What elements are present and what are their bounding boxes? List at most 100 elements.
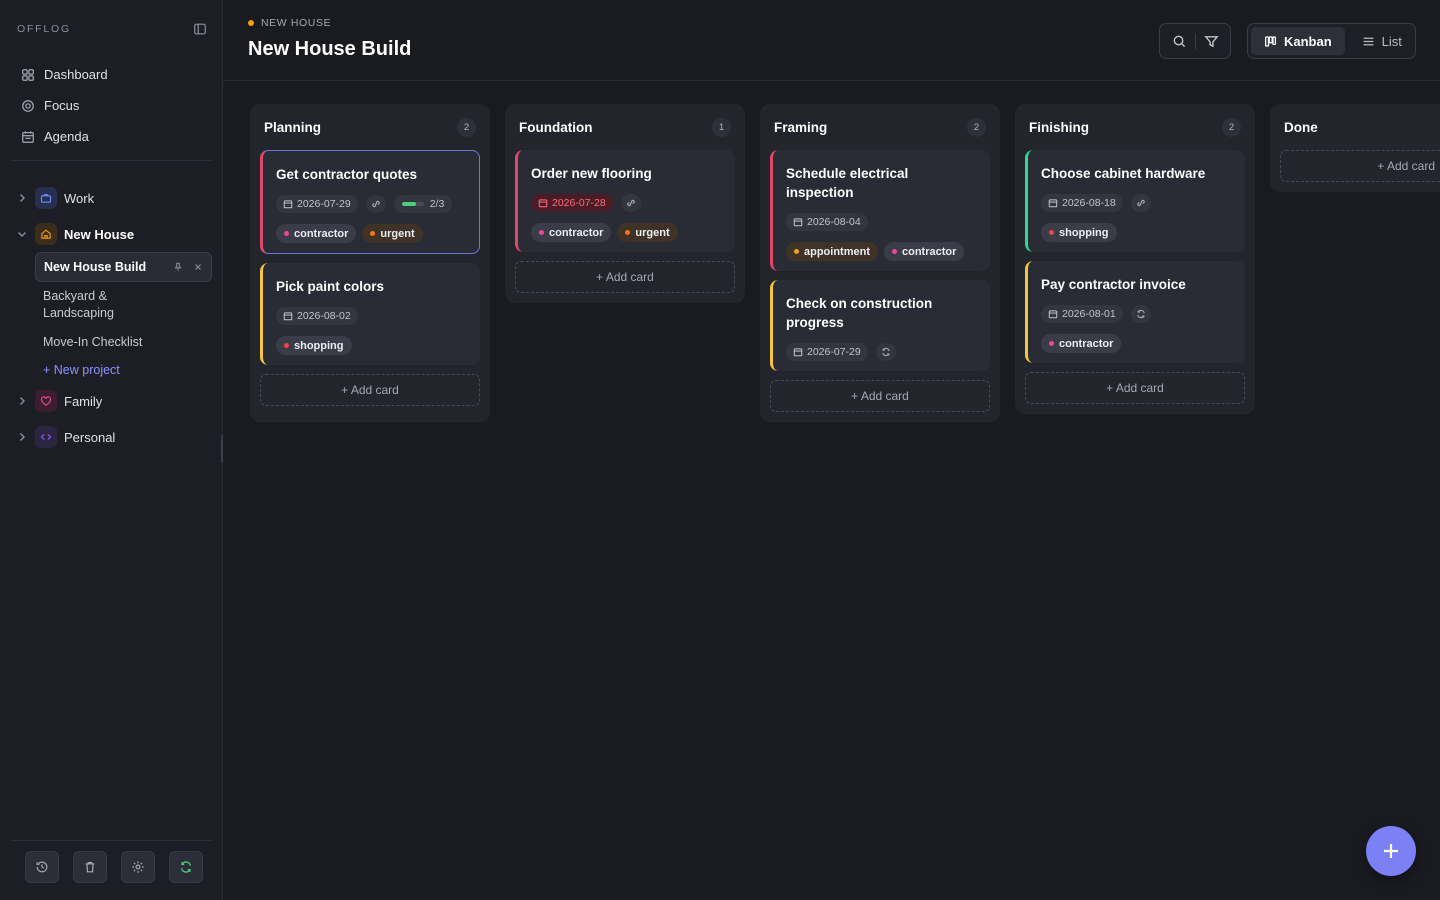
kanban-view-button[interactable]: Kanban (1251, 27, 1345, 55)
column-done: Done + Add card (1270, 104, 1440, 192)
tag-contractor: contractor (531, 223, 612, 242)
calendar-icon (1048, 198, 1058, 208)
task-card[interactable]: Pick paint colors 2026-08-02 shopping (260, 263, 480, 365)
breadcrumb-label: NEW HOUSE (261, 17, 332, 29)
column-count: 2 (1222, 118, 1241, 137)
due-date: 2026-07-29 (297, 198, 351, 210)
group-family-label: Family (64, 393, 103, 409)
project-backyard-landscaping[interactable]: Backyard & Landscaping (35, 282, 135, 328)
new-house-projects: New House Build Backyard & Landscaping M… (11, 252, 212, 383)
task-card[interactable]: Check on construction progress 2026-07-2… (770, 280, 990, 371)
tag-dot (794, 249, 799, 254)
list-view-button[interactable]: List (1349, 27, 1415, 55)
kanban-icon (1264, 35, 1277, 48)
sidebar-header: OFFLOG (17, 22, 207, 36)
new-project-link[interactable]: + New project (35, 357, 212, 383)
list-view-label: List (1381, 33, 1402, 49)
due-date-chip: 2026-07-29 (786, 343, 868, 361)
tag-dot (539, 230, 544, 235)
card-title: Choose cabinet hardware (1041, 166, 1206, 181)
close-icon[interactable] (193, 262, 203, 272)
breadcrumb[interactable]: NEW HOUSE (248, 17, 331, 29)
column-framing: Framing 2 Schedule electrical inspection… (760, 104, 1000, 422)
pin-icon[interactable] (173, 262, 183, 272)
group-family[interactable]: Family (11, 383, 212, 419)
recurring-icon (875, 343, 896, 361)
calendar-icon (793, 217, 803, 227)
add-task-fab[interactable] (1366, 826, 1416, 876)
nav-focus-label: Focus (44, 98, 80, 113)
project-move-in-checklist[interactable]: Move-In Checklist (35, 328, 212, 357)
heart-icon (35, 390, 57, 412)
settings-button[interactable] (121, 851, 155, 883)
column-title: Done (1284, 120, 1318, 135)
task-card[interactable]: Order new flooring 2026-07-28 contractor… (515, 150, 735, 252)
briefcase-icon (35, 187, 57, 209)
home-icon (35, 223, 57, 245)
due-date-chip: 2026-07-29 (276, 195, 358, 213)
chevron-right-icon[interactable] (16, 192, 28, 204)
task-card[interactable]: Pay contractor invoice 2026-08-01 contra… (1025, 261, 1245, 363)
project-tree: Work New House New House Build Backyard … (11, 180, 212, 455)
column-count: 2 (457, 118, 476, 137)
overdue-date-chip: 2026-07-28 (531, 194, 613, 212)
gear-icon (131, 860, 145, 874)
due-date: 2026-08-04 (807, 216, 861, 228)
trash-icon (83, 860, 97, 874)
add-card-button[interactable]: + Add card (515, 261, 735, 293)
tag-label: contractor (902, 245, 957, 258)
link-icon (1130, 194, 1151, 212)
due-date-chip: 2026-08-18 (1041, 194, 1123, 212)
tag-dot (892, 249, 897, 254)
search-icon[interactable] (1172, 34, 1187, 49)
history-button[interactable] (25, 851, 59, 883)
nav-focus[interactable]: Focus (11, 90, 211, 121)
app-brand: OFFLOG (17, 23, 71, 35)
link-icon (620, 194, 641, 212)
task-card[interactable]: Choose cabinet hardware 2026-08-18 shopp… (1025, 150, 1245, 252)
column-title: Foundation (519, 120, 593, 135)
column-header: Planning 2 (260, 114, 480, 141)
sync-icon (179, 860, 193, 874)
group-personal-label: Personal (64, 429, 116, 445)
due-date: 2026-08-18 (1062, 197, 1116, 209)
chevron-right-icon[interactable] (16, 395, 28, 407)
add-card-button[interactable]: + Add card (770, 380, 990, 412)
calendar-icon (1048, 309, 1058, 319)
group-work[interactable]: Work (11, 180, 212, 216)
progress-bar (401, 202, 424, 206)
filter-icon[interactable] (1203, 34, 1219, 49)
sidebar-footer-divider (11, 840, 212, 841)
due-date-chip: 2026-08-02 (276, 307, 358, 325)
add-card-button[interactable]: + Add card (1025, 372, 1245, 404)
add-card-button[interactable]: + Add card (1280, 150, 1440, 182)
chevron-right-icon[interactable] (16, 431, 28, 443)
sidebar-footer (25, 851, 203, 883)
tag-appointment: appointment (786, 242, 878, 261)
collapse-sidebar-icon[interactable] (193, 22, 207, 36)
trash-button[interactable] (73, 851, 107, 883)
column-title: Finishing (1029, 120, 1089, 135)
tag-dot (284, 231, 289, 236)
tag-contractor: contractor (884, 242, 965, 261)
chevron-down-icon[interactable] (16, 228, 28, 240)
tag-label: shopping (1059, 226, 1109, 239)
due-date-chip: 2026-08-04 (786, 213, 868, 231)
project-new-house-build[interactable]: New House Build (35, 252, 212, 282)
search-filter-group (1159, 23, 1231, 59)
nav-agenda[interactable]: Agenda (11, 121, 211, 152)
sync-button[interactable] (169, 851, 203, 883)
task-card[interactable]: Get contractor quotes 2026-07-29 2/3 con… (260, 150, 480, 254)
tag-shopping: shopping (1041, 223, 1117, 242)
add-card-button[interactable]: + Add card (260, 374, 480, 406)
nav-dashboard[interactable]: Dashboard (11, 59, 211, 90)
nav-dashboard-label: Dashboard (44, 67, 108, 82)
tag-dot (370, 231, 376, 236)
subtask-progress: 2/3 (429, 198, 445, 210)
group-new-house-label: New House (64, 226, 135, 242)
group-personal[interactable]: Personal (11, 419, 212, 455)
column-title: Planning (264, 120, 321, 135)
group-new-house[interactable]: New House (11, 216, 212, 252)
task-card[interactable]: Schedule electrical inspection 2026-08-0… (770, 150, 990, 271)
tag-shopping: shopping (276, 336, 352, 355)
